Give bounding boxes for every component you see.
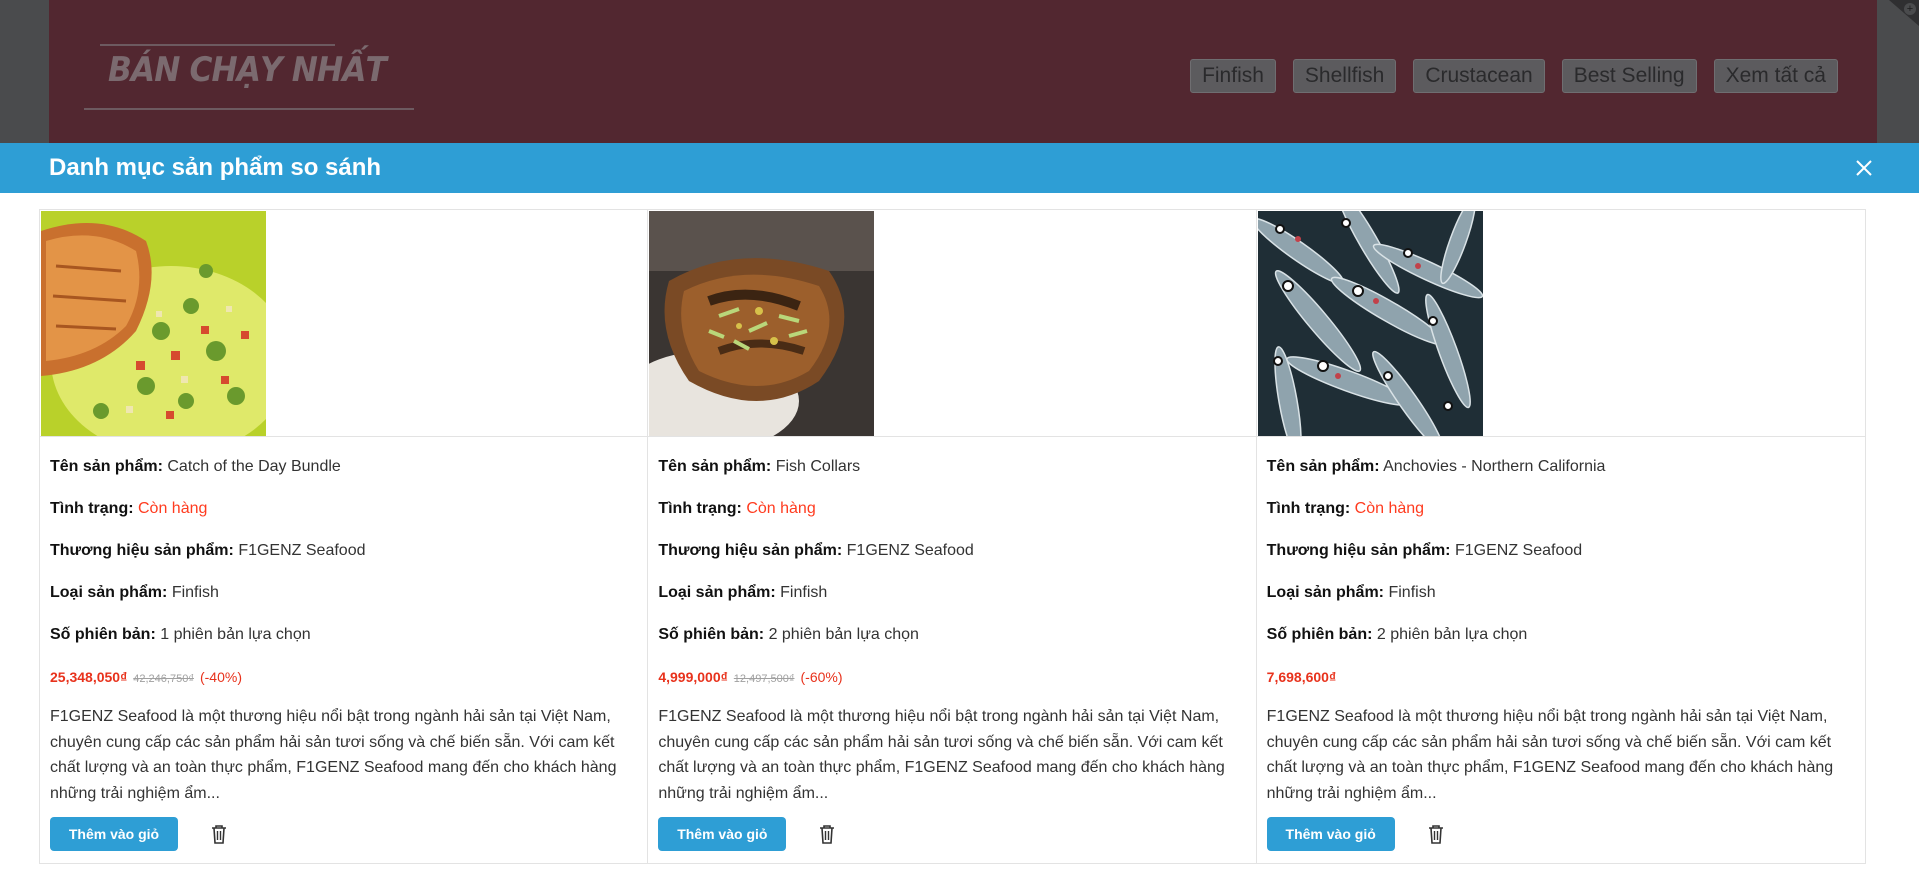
product-name-row: Tên sản phẩm: Anchovies - Northern Calif… [1267, 456, 1855, 478]
modal-title: Danh mục sản phẩm so sánh [49, 154, 382, 181]
product-name: Catch of the Day Bundle [167, 458, 341, 475]
section-logo: BÁN CHẠY NHẤT [108, 50, 387, 90]
product-variants-row: Số phiên bản: 2 phiên bản lựa chọn [1267, 624, 1855, 646]
product-name: Anchovies - Northern California [1383, 458, 1606, 475]
compare-modal: Danh mục sản phẩm so sánh Tên sản phẩm: … [0, 143, 1919, 880]
logo-divider-bottom [84, 108, 414, 110]
trash-icon[interactable] [210, 824, 228, 844]
product-old-price: 42,246,750₫ [133, 673, 194, 685]
product-type-label: Loại sản phẩm: [1266, 584, 1385, 601]
product-image[interactable] [41, 211, 266, 436]
product-image-cell [40, 210, 648, 437]
product-brand-row: Thương hiệu sản phẩm: F1GENZ Seafood [50, 540, 637, 562]
product-description: F1GENZ Seafood là một thương hiệu nổi bậ… [1266, 708, 1834, 802]
product-name-row: Tên sản phẩm: Catch of the Day Bundle [50, 456, 637, 478]
plus-icon: + [1904, 3, 1916, 15]
product-name-row: Tên sản phẩm: Fish Collars [658, 456, 1245, 478]
logo-divider-top [100, 44, 335, 46]
tab-shellfish[interactable]: Shellfish [1292, 59, 1397, 93]
product-status-row: Tình trạng: Còn hàng [1267, 498, 1855, 520]
close-icon[interactable] [1849, 153, 1879, 183]
product-price-row: 4,999,000₫ 12,497,500₫ (-60%) [658, 667, 1245, 689]
product-status: Còn hàng [746, 500, 816, 517]
product-name-label: Tên sản phẩm: [658, 458, 772, 475]
trash-icon[interactable] [818, 824, 836, 844]
product-column: Tên sản phẩm: Anchovies - Northern Calif… [1256, 210, 1865, 863]
product-type-row: Loại sản phẩm: Finfish [658, 582, 1245, 604]
product-brand: F1GENZ Seafood [238, 542, 366, 559]
trash-icon[interactable] [1427, 824, 1445, 844]
product-status-label: Tình trạng: [50, 500, 134, 517]
corner-badge[interactable]: + [1877, 0, 1919, 26]
product-variants: 2 phiên bản lựa chọn [768, 626, 919, 643]
product-variants-label: Số phiên bản: [1266, 626, 1373, 643]
compare-table: Tên sản phẩm: Catch of the Day Bundle Tì… [39, 209, 1866, 864]
product-status-row: Tình trạng: Còn hàng [50, 498, 637, 520]
add-to-cart-button[interactable]: Thêm vào giỏ [1266, 817, 1395, 851]
product-brand-label: Thương hiệu sản phẩm: [50, 542, 234, 559]
product-name-label: Tên sản phẩm: [50, 458, 163, 475]
product-variants-row: Số phiên bản: 1 phiên bản lựa chọn [50, 624, 637, 646]
product-brand-label: Thương hiệu sản phẩm: [658, 542, 843, 559]
product-status-row: Tình trạng: Còn hàng [658, 498, 1245, 520]
product-type-label: Loại sản phẩm: [50, 584, 168, 601]
product-column: Tên sản phẩm: Fish Collars Tình trạng: C… [648, 210, 1257, 863]
product-type-label: Loại sản phẩm: [658, 584, 776, 601]
product-discount: (-40%) [199, 669, 242, 685]
add-to-cart-button[interactable]: Thêm vào giỏ [658, 817, 787, 851]
product-variants: 2 phiên bản lựa chọn [1376, 626, 1528, 643]
product-image-cell [1256, 210, 1865, 437]
tab-view-all[interactable]: Xem tất cả [1713, 59, 1838, 93]
product-old-price: 12,497,500₫ [733, 673, 795, 685]
add-to-cart-button[interactable]: Thêm vào giỏ [50, 817, 178, 851]
product-status: Còn hàng [138, 500, 208, 517]
product-variants: 1 phiên bản lựa chọn [160, 626, 311, 643]
product-status: Còn hàng [1354, 500, 1425, 517]
product-type: Finfish [171, 584, 219, 601]
tab-finfish[interactable]: Finfish [1190, 59, 1276, 93]
product-brand: F1GENZ Seafood [1454, 542, 1583, 559]
product-price: 7,698,600₫ [1266, 669, 1337, 685]
product-type: Finfish [780, 584, 828, 601]
product-price: 25,348,050₫ [50, 669, 128, 685]
product-type: Finfish [1388, 584, 1436, 601]
modal-header: Danh mục sản phẩm so sánh [0, 143, 1919, 193]
product-image[interactable] [649, 211, 875, 436]
product-status-label: Tình trạng: [1266, 500, 1351, 517]
product-variants-label: Số phiên bản: [658, 626, 765, 643]
product-brand-row: Thương hiệu sản phẩm: F1GENZ Seafood [1267, 540, 1855, 562]
product-variants-row: Số phiên bản: 2 phiên bản lựa chọn [658, 624, 1245, 646]
product-variants-label: Số phiên bản: [50, 626, 156, 643]
product-description: F1GENZ Seafood là một thương hiệu nổi bậ… [658, 708, 1225, 802]
category-tabs: Finfish Shellfish Crustacean Best Sellin… [1190, 59, 1838, 93]
product-name-label: Tên sản phẩm: [1266, 458, 1380, 475]
product-price-row: 25,348,050₫ 42,246,750₫ (-40%) [50, 667, 637, 689]
product-status-label: Tình trạng: [658, 500, 742, 517]
product-brand-row: Thương hiệu sản phẩm: F1GENZ Seafood [658, 540, 1245, 562]
product-column: Tên sản phẩm: Catch of the Day Bundle Tì… [40, 210, 649, 863]
product-image[interactable] [1257, 211, 1483, 436]
product-description: F1GENZ Seafood là một thương hiệu nổi bậ… [50, 708, 617, 802]
product-price: 4,999,000₫ [658, 669, 728, 685]
tab-best-selling[interactable]: Best Selling [1561, 59, 1697, 93]
product-brand: F1GENZ Seafood [846, 542, 974, 559]
product-price-row: 7,698,600₫ [1267, 667, 1855, 689]
product-discount: (-60%) [800, 669, 843, 685]
product-image-cell [648, 210, 1256, 437]
product-type-row: Loại sản phẩm: Finfish [50, 582, 637, 604]
product-type-row: Loại sản phẩm: Finfish [1267, 582, 1855, 604]
product-brand-label: Thương hiệu sản phẩm: [1266, 542, 1451, 559]
product-name: Fish Collars [775, 458, 861, 475]
tab-crustacean[interactable]: Crustacean [1413, 59, 1545, 93]
backdrop-left [0, 0, 49, 143]
